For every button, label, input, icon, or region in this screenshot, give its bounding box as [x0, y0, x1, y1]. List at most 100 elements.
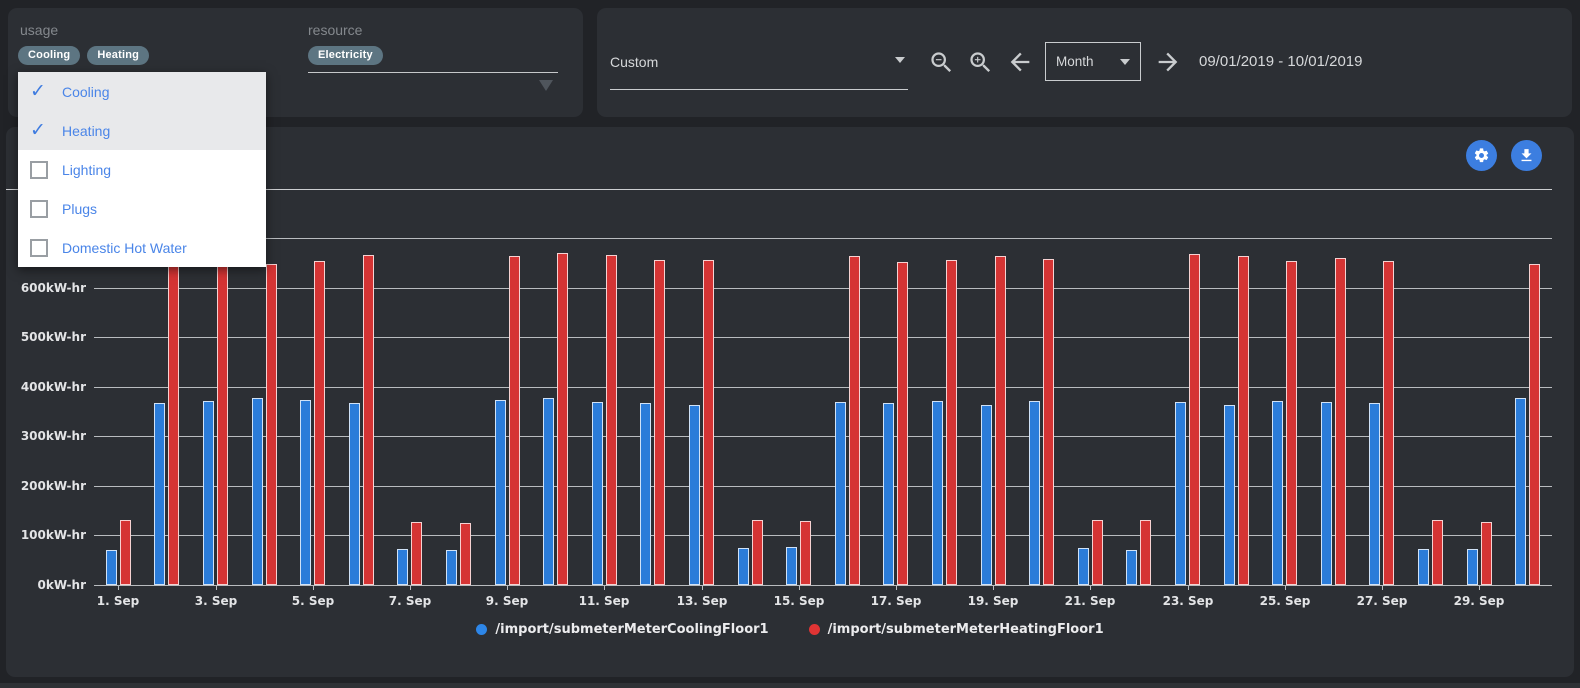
bar-heating-day-16[interactable]	[849, 256, 860, 585]
bar-cooling-day-15[interactable]	[786, 547, 797, 585]
x-axis-tick	[1479, 585, 1480, 590]
bar-heating-day-10[interactable]	[557, 253, 568, 585]
gridline	[94, 238, 1552, 239]
bar-heating-day-1[interactable]	[120, 520, 131, 585]
bar-heating-day-26[interactable]	[1335, 258, 1346, 585]
bar-heating-day-21[interactable]	[1092, 520, 1103, 585]
bar-heating-day-2[interactable]	[168, 249, 179, 585]
y-axis-label: 100kW-hr	[2, 527, 86, 543]
bar-cooling-day-27[interactable]	[1369, 403, 1380, 585]
usage-option-plugs[interactable]: Plugs	[18, 189, 266, 228]
bar-cooling-day-24[interactable]	[1224, 405, 1235, 585]
bar-heating-day-14[interactable]	[752, 520, 763, 585]
bar-heating-day-11[interactable]	[606, 255, 617, 585]
legend-series-name: /import/submeterMeterCoolingFloor1	[495, 622, 768, 637]
next-period-arrow-icon[interactable]	[1154, 48, 1182, 76]
bar-cooling-day-5[interactable]	[300, 400, 311, 585]
y-axis-label: 0kW-hr	[2, 577, 86, 593]
bar-heating-day-3[interactable]	[217, 246, 228, 585]
usage-option-domestic-hot-water[interactable]: Domestic Hot Water	[18, 228, 266, 267]
x-axis-tick	[410, 585, 411, 590]
legend-item-heating[interactable]: /import/submeterMeterHeatingFloor1	[809, 622, 1104, 637]
bar-heating-day-28[interactable]	[1432, 520, 1443, 585]
bar-cooling-day-23[interactable]	[1175, 402, 1186, 585]
bar-cooling-day-20[interactable]	[1029, 401, 1040, 585]
download-icon	[1518, 147, 1535, 164]
usage-option-lighting[interactable]: Lighting	[18, 150, 266, 189]
bar-cooling-day-17[interactable]	[883, 403, 894, 585]
bar-heating-day-13[interactable]	[703, 260, 714, 585]
legend-item-cooling[interactable]: /import/submeterMeterCoolingFloor1	[476, 622, 768, 637]
range-type-caret-icon[interactable]	[895, 57, 905, 63]
bar-cooling-day-2[interactable]	[154, 403, 165, 585]
bar-cooling-day-10[interactable]	[543, 398, 554, 585]
bar-heating-day-19[interactable]	[995, 256, 1006, 585]
bar-cooling-day-11[interactable]	[592, 402, 603, 585]
bar-heating-day-17[interactable]	[897, 262, 908, 585]
usage-chip-cooling[interactable]: Cooling	[18, 46, 80, 65]
bar-cooling-day-4[interactable]	[252, 398, 263, 585]
zoom-out-icon[interactable]	[928, 49, 955, 76]
bar-cooling-day-22[interactable]	[1126, 550, 1137, 585]
bar-cooling-day-12[interactable]	[640, 403, 651, 585]
bar-cooling-day-9[interactable]	[495, 400, 506, 585]
gear-icon	[1473, 147, 1490, 164]
bar-cooling-day-7[interactable]	[397, 549, 408, 585]
gridline	[94, 337, 1552, 338]
bar-cooling-day-6[interactable]	[349, 403, 360, 585]
bar-cooling-day-19[interactable]	[981, 405, 992, 585]
chart-legend: /import/submeterMeterCoolingFloor1/impor…	[6, 622, 1574, 637]
bar-heating-day-4[interactable]	[266, 264, 277, 585]
usage-select-dropdown: ✓Cooling✓HeatingLightingPlugsDomestic Ho…	[18, 72, 266, 267]
resource-selected-chips: Electricity	[308, 45, 390, 65]
bar-heating-day-5[interactable]	[314, 261, 325, 585]
range-type-select[interactable]: Custom	[610, 54, 658, 70]
bar-heating-day-15[interactable]	[800, 521, 811, 585]
bar-heating-day-27[interactable]	[1383, 261, 1394, 585]
bar-cooling-day-8[interactable]	[446, 550, 457, 585]
interval-select[interactable]: Month	[1045, 42, 1141, 81]
bar-cooling-day-13[interactable]	[689, 405, 700, 585]
previous-period-arrow-icon[interactable]	[1006, 48, 1034, 76]
bar-cooling-day-1[interactable]	[106, 550, 117, 585]
bar-cooling-day-26[interactable]	[1321, 402, 1332, 585]
bottom-panel-edge	[0, 683, 1580, 688]
bar-cooling-day-30[interactable]	[1515, 398, 1526, 585]
checkbox-unchecked-icon	[30, 239, 62, 257]
usage-option-cooling[interactable]: ✓Cooling	[18, 72, 266, 111]
bar-cooling-day-25[interactable]	[1272, 401, 1283, 585]
checkbox-unchecked-icon	[30, 161, 62, 179]
zoom-in-icon[interactable]	[967, 49, 994, 76]
bar-heating-day-22[interactable]	[1140, 520, 1151, 585]
x-axis-tick	[896, 585, 897, 590]
resource-chip-electricity[interactable]: Electricity	[308, 46, 383, 65]
bar-heating-day-18[interactable]	[946, 260, 957, 585]
chart-settings-button[interactable]	[1466, 140, 1497, 171]
bar-cooling-day-21[interactable]	[1078, 548, 1089, 585]
bar-heating-day-9[interactable]	[509, 256, 520, 585]
bar-cooling-day-28[interactable]	[1418, 549, 1429, 585]
bar-heating-day-8[interactable]	[460, 523, 471, 585]
x-axis-tick	[1382, 585, 1383, 590]
usage-chip-heating[interactable]: Heating	[87, 46, 149, 65]
chart-download-button[interactable]	[1511, 140, 1542, 171]
x-axis-label: 17. Sep	[864, 594, 928, 608]
x-axis-label: 29. Sep	[1447, 594, 1511, 608]
bar-cooling-day-16[interactable]	[835, 402, 846, 585]
bar-heating-day-12[interactable]	[654, 260, 665, 585]
bar-heating-day-23[interactable]	[1189, 254, 1200, 585]
bar-cooling-day-29[interactable]	[1467, 549, 1478, 585]
bar-heating-day-30[interactable]	[1529, 264, 1540, 585]
usage-option-heating[interactable]: ✓Heating	[18, 111, 266, 150]
bar-cooling-day-18[interactable]	[932, 401, 943, 585]
bar-heating-day-6[interactable]	[363, 255, 374, 585]
bar-cooling-day-3[interactable]	[203, 401, 214, 585]
bar-heating-day-7[interactable]	[411, 522, 422, 585]
resource-select-caret-icon[interactable]	[539, 80, 553, 91]
bar-cooling-day-14[interactable]	[738, 548, 749, 585]
x-axis-label: 21. Sep	[1058, 594, 1122, 608]
bar-heating-day-25[interactable]	[1286, 261, 1297, 585]
bar-heating-day-29[interactable]	[1481, 522, 1492, 585]
bar-heating-day-24[interactable]	[1238, 256, 1249, 585]
bar-heating-day-20[interactable]	[1043, 259, 1054, 585]
